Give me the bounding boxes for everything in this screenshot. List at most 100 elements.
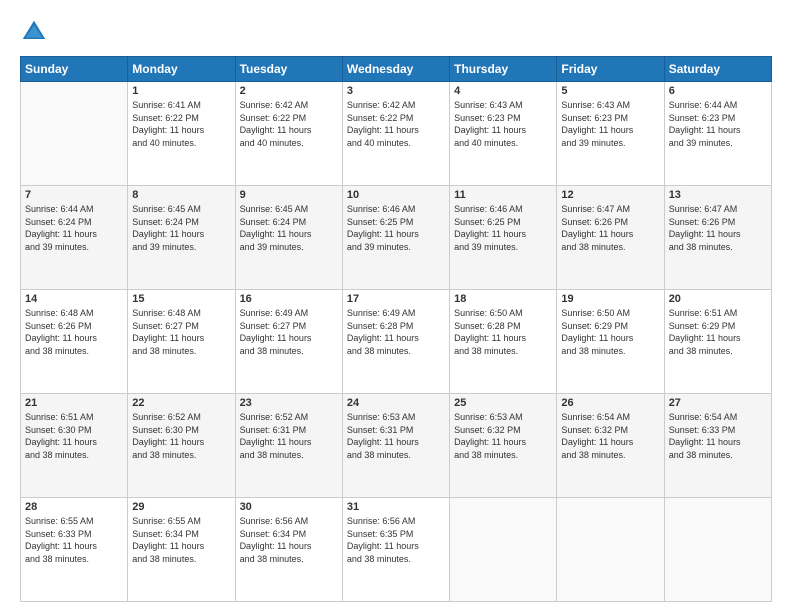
calendar-header-row: SundayMondayTuesdayWednesdayThursdayFrid…	[21, 57, 772, 82]
day-info: Sunrise: 6:44 AM Sunset: 6:24 PM Dayligh…	[25, 203, 123, 253]
calendar-cell: 1 Sunrise: 6:41 AM Sunset: 6:22 PM Daylig…	[128, 82, 235, 186]
day-number: 3	[347, 85, 445, 97]
day-number: 24	[347, 397, 445, 409]
calendar-cell: 2 Sunrise: 6:42 AM Sunset: 6:22 PM Daylig…	[235, 82, 342, 186]
day-info: Sunrise: 6:46 AM Sunset: 6:25 PM Dayligh…	[347, 203, 445, 253]
day-number: 5	[561, 85, 659, 97]
day-info: Sunrise: 6:42 AM Sunset: 6:22 PM Dayligh…	[240, 99, 338, 149]
calendar-day-header: Friday	[557, 57, 664, 82]
day-number: 28	[25, 501, 123, 513]
day-info: Sunrise: 6:53 AM Sunset: 6:32 PM Dayligh…	[454, 411, 552, 461]
day-number: 9	[240, 189, 338, 201]
day-info: Sunrise: 6:54 AM Sunset: 6:33 PM Dayligh…	[669, 411, 767, 461]
day-number: 11	[454, 189, 552, 201]
calendar-cell: 7Sunrise: 6:44 AM Sunset: 6:24 PM Daylig…	[21, 186, 128, 290]
day-info: Sunrise: 6:55 AM Sunset: 6:33 PM Dayligh…	[25, 515, 123, 565]
calendar-cell	[557, 498, 664, 602]
header	[20, 18, 772, 46]
calendar-table: SundayMondayTuesdayWednesdayThursdayFrid…	[20, 56, 772, 602]
calendar-cell: 30 Sunrise: 6:56 AM Sunset: 6:34 PM Dayli…	[235, 498, 342, 602]
calendar-cell: 5 Sunrise: 6:43 AM Sunset: 6:23 PM Daylig…	[557, 82, 664, 186]
calendar-cell: 31 Sunrise: 6:56 AM Sunset: 6:35 PM Dayli…	[342, 498, 449, 602]
day-number: 12	[561, 189, 659, 201]
day-info: Sunrise: 6:50 AM Sunset: 6:29 PM Dayligh…	[561, 307, 659, 357]
calendar-day-header: Thursday	[450, 57, 557, 82]
day-info: Sunrise: 6:46 AM Sunset: 6:25 PM Dayligh…	[454, 203, 552, 253]
calendar-cell: 4 Sunrise: 6:43 AM Sunset: 6:23 PM Daylig…	[450, 82, 557, 186]
day-info: Sunrise: 6:53 AM Sunset: 6:31 PM Dayligh…	[347, 411, 445, 461]
day-number: 21	[25, 397, 123, 409]
day-info: Sunrise: 6:47 AM Sunset: 6:26 PM Dayligh…	[669, 203, 767, 253]
calendar-cell: 27Sunrise: 6:54 AM Sunset: 6:33 PM Dayli…	[664, 394, 771, 498]
page: SundayMondayTuesdayWednesdayThursdayFrid…	[0, 0, 792, 612]
day-info: Sunrise: 6:51 AM Sunset: 6:29 PM Dayligh…	[669, 307, 767, 357]
calendar-cell: 22 Sunrise: 6:52 AM Sunset: 6:30 PM Dayli…	[128, 394, 235, 498]
day-info: Sunrise: 6:43 AM Sunset: 6:23 PM Dayligh…	[561, 99, 659, 149]
day-number: 26	[561, 397, 659, 409]
day-number: 2	[240, 85, 338, 97]
calendar-cell: 17Sunrise: 6:49 AM Sunset: 6:28 PM Dayli…	[342, 290, 449, 394]
calendar-cell: 10Sunrise: 6:46 AM Sunset: 6:25 PM Dayli…	[342, 186, 449, 290]
calendar-cell: 12 Sunrise: 6:47 AM Sunset: 6:26 PM Dayli…	[557, 186, 664, 290]
day-info: Sunrise: 6:41 AM Sunset: 6:22 PM Dayligh…	[132, 99, 230, 149]
day-number: 4	[454, 85, 552, 97]
calendar-cell: 3 Sunrise: 6:42 AM Sunset: 6:22 PM Daylig…	[342, 82, 449, 186]
day-info: Sunrise: 6:55 AM Sunset: 6:34 PM Dayligh…	[132, 515, 230, 565]
calendar-cell: 16 Sunrise: 6:49 AM Sunset: 6:27 PM Dayli…	[235, 290, 342, 394]
calendar-cell: 28 Sunrise: 6:55 AM Sunset: 6:33 PM Dayli…	[21, 498, 128, 602]
day-info: Sunrise: 6:54 AM Sunset: 6:32 PM Dayligh…	[561, 411, 659, 461]
day-info: Sunrise: 6:43 AM Sunset: 6:23 PM Dayligh…	[454, 99, 552, 149]
calendar-day-header: Tuesday	[235, 57, 342, 82]
day-number: 15	[132, 293, 230, 305]
calendar-cell: 8 Sunrise: 6:45 AM Sunset: 6:24 PM Daylig…	[128, 186, 235, 290]
calendar-cell	[21, 82, 128, 186]
calendar-cell: 6Sunrise: 6:44 AM Sunset: 6:23 PM Daylig…	[664, 82, 771, 186]
calendar-cell: 20 Sunrise: 6:51 AM Sunset: 6:29 PM Dayli…	[664, 290, 771, 394]
day-number: 17	[347, 293, 445, 305]
calendar-week-row: 21 Sunrise: 6:51 AM Sunset: 6:30 PM Dayli…	[21, 394, 772, 498]
day-info: Sunrise: 6:52 AM Sunset: 6:31 PM Dayligh…	[240, 411, 338, 461]
day-number: 8	[132, 189, 230, 201]
logo	[20, 18, 52, 46]
calendar-cell: 19Sunrise: 6:50 AM Sunset: 6:29 PM Dayli…	[557, 290, 664, 394]
day-info: Sunrise: 6:56 AM Sunset: 6:34 PM Dayligh…	[240, 515, 338, 565]
calendar-day-header: Monday	[128, 57, 235, 82]
day-number: 18	[454, 293, 552, 305]
calendar-cell: 13 Sunrise: 6:47 AM Sunset: 6:26 PM Dayli…	[664, 186, 771, 290]
day-info: Sunrise: 6:51 AM Sunset: 6:30 PM Dayligh…	[25, 411, 123, 461]
calendar-cell: 23Sunrise: 6:52 AM Sunset: 6:31 PM Dayli…	[235, 394, 342, 498]
day-info: Sunrise: 6:49 AM Sunset: 6:27 PM Dayligh…	[240, 307, 338, 357]
calendar-cell	[664, 498, 771, 602]
calendar-day-header: Wednesday	[342, 57, 449, 82]
day-info: Sunrise: 6:42 AM Sunset: 6:22 PM Dayligh…	[347, 99, 445, 149]
day-number: 1	[132, 85, 230, 97]
day-number: 31	[347, 501, 445, 513]
calendar-cell: 21 Sunrise: 6:51 AM Sunset: 6:30 PM Dayli…	[21, 394, 128, 498]
calendar-cell: 14Sunrise: 6:48 AM Sunset: 6:26 PM Dayli…	[21, 290, 128, 394]
calendar-cell: 29Sunrise: 6:55 AM Sunset: 6:34 PM Dayli…	[128, 498, 235, 602]
day-number: 16	[240, 293, 338, 305]
day-number: 13	[669, 189, 767, 201]
day-info: Sunrise: 6:52 AM Sunset: 6:30 PM Dayligh…	[132, 411, 230, 461]
calendar-cell: 25 Sunrise: 6:53 AM Sunset: 6:32 PM Dayli…	[450, 394, 557, 498]
day-number: 20	[669, 293, 767, 305]
calendar-cell	[450, 498, 557, 602]
day-number: 25	[454, 397, 552, 409]
calendar-week-row: 7Sunrise: 6:44 AM Sunset: 6:24 PM Daylig…	[21, 186, 772, 290]
calendar-cell: 18 Sunrise: 6:50 AM Sunset: 6:28 PM Dayli…	[450, 290, 557, 394]
day-number: 14	[25, 293, 123, 305]
day-info: Sunrise: 6:44 AM Sunset: 6:23 PM Dayligh…	[669, 99, 767, 149]
calendar-week-row: 28 Sunrise: 6:55 AM Sunset: 6:33 PM Dayli…	[21, 498, 772, 602]
day-number: 22	[132, 397, 230, 409]
day-info: Sunrise: 6:50 AM Sunset: 6:28 PM Dayligh…	[454, 307, 552, 357]
calendar-day-header: Sunday	[21, 57, 128, 82]
calendar-day-header: Saturday	[664, 57, 771, 82]
calendar-cell: 9Sunrise: 6:45 AM Sunset: 6:24 PM Daylig…	[235, 186, 342, 290]
calendar-cell: 11 Sunrise: 6:46 AM Sunset: 6:25 PM Dayli…	[450, 186, 557, 290]
day-number: 30	[240, 501, 338, 513]
day-info: Sunrise: 6:47 AM Sunset: 6:26 PM Dayligh…	[561, 203, 659, 253]
day-info: Sunrise: 6:56 AM Sunset: 6:35 PM Dayligh…	[347, 515, 445, 565]
day-info: Sunrise: 6:45 AM Sunset: 6:24 PM Dayligh…	[132, 203, 230, 253]
calendar-week-row: 14Sunrise: 6:48 AM Sunset: 6:26 PM Dayli…	[21, 290, 772, 394]
logo-icon	[20, 18, 48, 46]
